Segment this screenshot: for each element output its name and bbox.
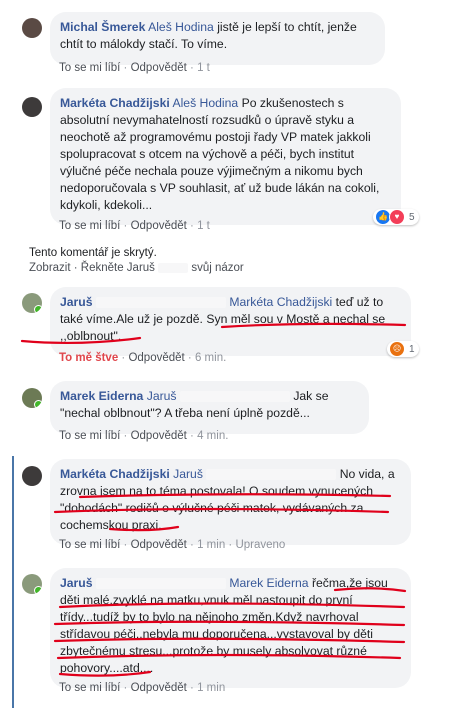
avatar[interactable] [22,466,42,486]
timestamp[interactable]: 4 min. [197,430,228,442]
timestamp[interactable]: 1 min [197,682,225,694]
feedback-link[interactable]: Řekněte Jaruš [81,262,155,274]
comment-actions: To se mi líbí · Odpovědět · 1 min [59,682,226,694]
reaction-count: 1 [409,343,415,355]
redacted-name [95,578,226,590]
mention-link[interactable]: Jaruš [173,467,203,481]
redacted-name [158,262,189,273]
reply-link[interactable]: Odpovědět [131,430,187,442]
hidden-comment-text: Tento komentář je skrytý. [29,247,157,259]
reaction-link[interactable]: To mě štve [59,352,118,364]
avatar[interactable] [22,18,42,38]
reaction-count: 5 [409,211,415,223]
comment-bubble: Markéta Chadžijski Jaruš No vida, a zrov… [50,459,411,545]
comment-actions: To se mi líbí · Odpovědět · 4 min. [59,430,229,442]
like-link[interactable]: To se mi líbí [59,62,120,74]
timestamp[interactable]: 1 t [197,62,210,74]
reply-link[interactable]: Odpovědět [131,220,187,232]
comment-bubble: Jaruš Markéta Chadžijski teď už to také … [50,287,411,356]
reply-link[interactable]: Odpovědět [131,682,187,694]
comment-actions: To se mi líbí · Odpovědět · 1 t [59,62,210,74]
comment-text: Po zkušenostech s absolutní nevymahateln… [60,96,380,212]
mention-link[interactable]: Marek Eiderna [229,576,308,590]
avatar[interactable] [22,388,42,408]
mention-link[interactable]: Markéta Chadžijski [229,295,332,309]
reply-link[interactable]: Odpovědět [128,352,184,364]
avatar[interactable] [22,574,42,594]
timestamp[interactable]: 1 min [197,539,225,551]
reaction-summary[interactable]: 👍 ♥ 5 [373,209,419,225]
timestamp[interactable]: 1 t [197,220,210,232]
reply-link[interactable]: Odpovědět [131,539,187,551]
author-name[interactable]: Marek Eiderna [60,389,143,403]
redacted-name [206,469,337,481]
comment-text: řečma,že jsou děti malé,zvyklé na matku,… [60,576,388,675]
comment-bubble: Marek Eiderna Jaruš Jak se "nechal oblbn… [50,381,369,434]
mention-link[interactable]: Aleš Hodina [172,96,238,110]
timestamp[interactable]: 6 min. [195,352,226,364]
comment-bubble: Jaruš Marek Eiderna řečma,že jsou děti m… [50,568,411,688]
author-name[interactable]: Michal Šmerek [60,20,145,34]
comment-bubble: Markéta Chadžijski Aleš Hodina Po zkušen… [50,88,401,225]
reply-link[interactable]: Odpovědět [131,62,187,74]
avatar[interactable] [22,97,42,117]
thread-indicator [12,456,14,708]
comment-actions: To se mi líbí · Odpovědět · 1 t [59,220,210,232]
like-link[interactable]: To se mi líbí [59,430,120,442]
like-link[interactable]: To se mi líbí [59,220,120,232]
mention-link[interactable]: Aleš Hodina [148,20,214,34]
comment-actions: To se mi líbí · Odpovědět · 1 min · Upra… [59,539,286,551]
reaction-summary[interactable]: ☹ 1 [387,341,419,357]
redacted-name [179,391,290,403]
author-name[interactable]: Markéta Chadžijski [60,96,170,110]
author-name[interactable]: Jaruš [60,295,93,309]
author-name[interactable]: Jaruš [60,576,93,590]
like-link[interactable]: To se mi líbí [59,682,120,694]
like-link[interactable]: To se mi líbí [59,539,120,551]
feedback-link-tail[interactable]: svůj názor [191,262,243,274]
comment-actions: To mě štve · Odpovědět · 6 min. [59,352,227,364]
avatar[interactable] [22,293,42,313]
angry-icon: ☹ [389,341,405,357]
edited-label[interactable]: Upraveno [235,539,285,551]
mention-link[interactable]: Jaruš [147,389,177,403]
hidden-comment-notice: Tento komentář je skrytý. Zobrazit · Řek… [29,247,244,274]
redacted-name [95,297,226,309]
author-name[interactable]: Markéta Chadžijski [60,467,170,481]
love-icon: ♥ [389,209,405,225]
show-comment-link[interactable]: Zobrazit [29,262,71,274]
comment-bubble: Michal Šmerek Aleš Hodina jistě je lepší… [50,12,385,65]
